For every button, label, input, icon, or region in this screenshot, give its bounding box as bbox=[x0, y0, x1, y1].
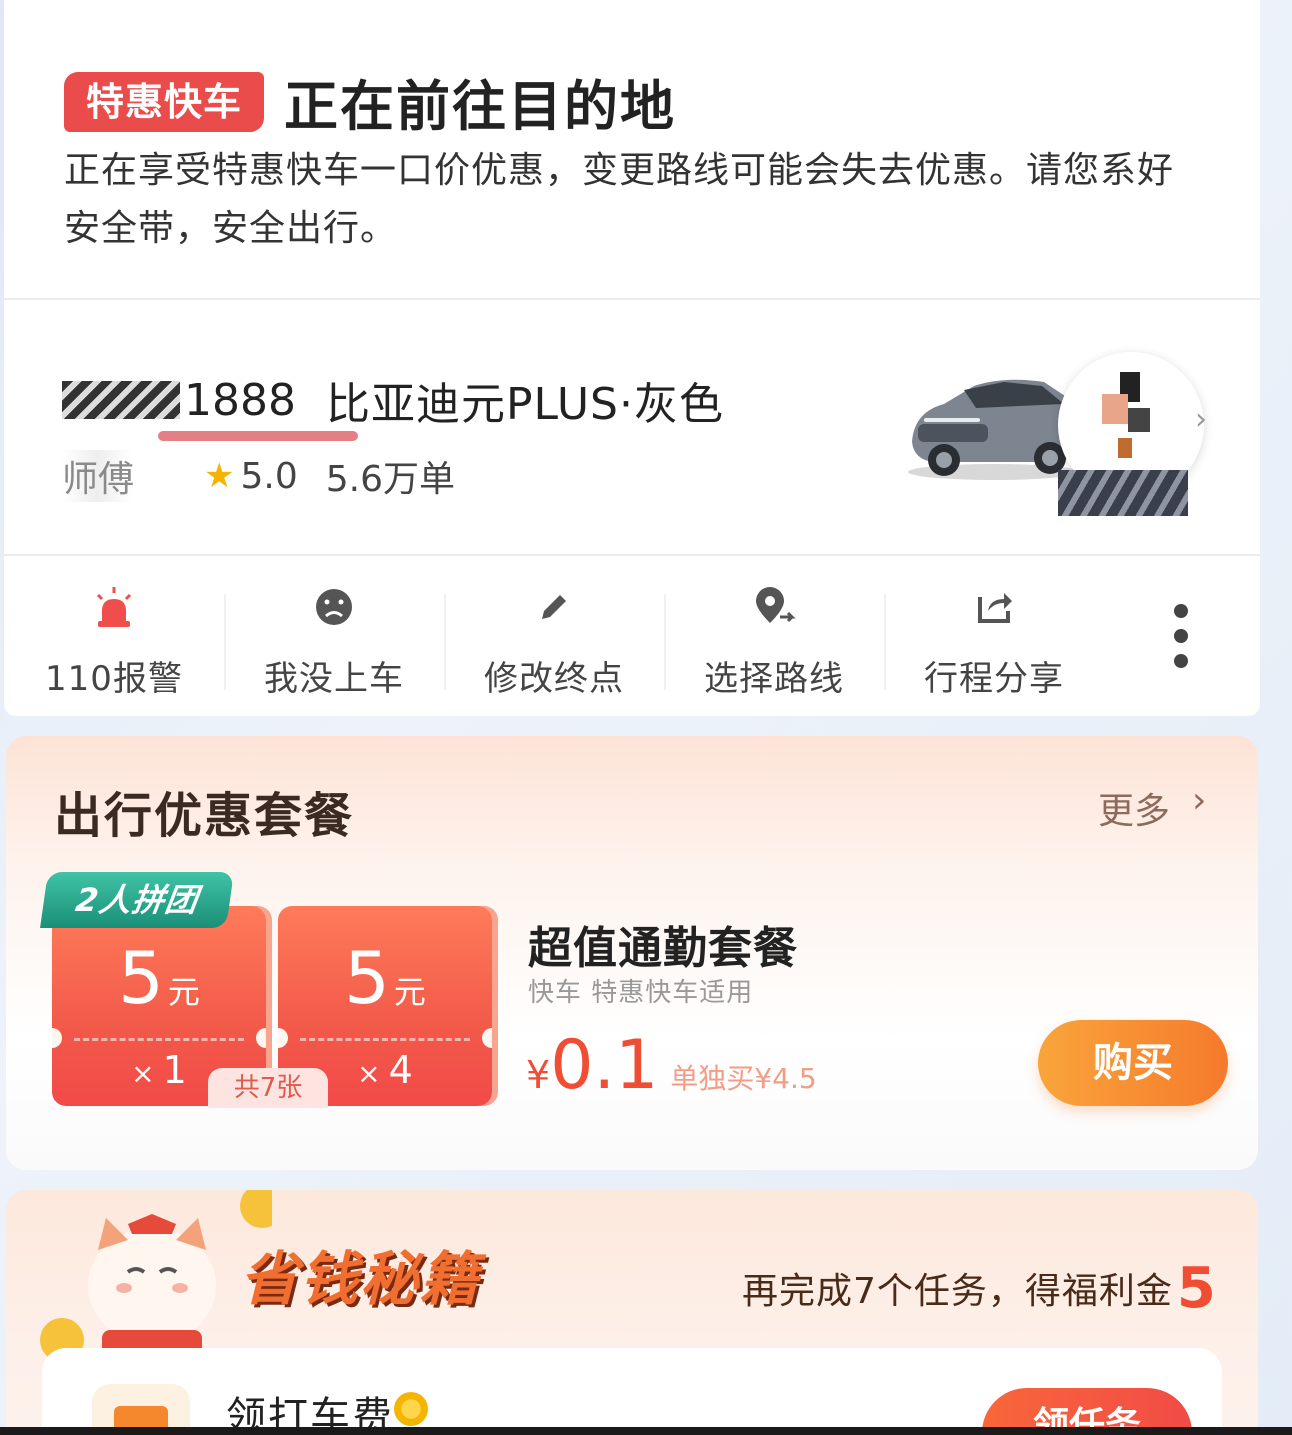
driver-info: 师傅 ★ 5.0 5.6万单 bbox=[62, 450, 455, 502]
trip-card: 特惠快车 正在前往目的地 正在享受特惠快车一口价优惠，变更路线可能会失去优惠。请… bbox=[4, 0, 1260, 716]
action-label: 行程分享 bbox=[924, 659, 1064, 699]
plate-number: 1888 bbox=[184, 374, 296, 426]
driver-name: 师傅 bbox=[62, 450, 180, 502]
offer-price: ¥ 0.1 单独买¥4.5 bbox=[526, 1026, 817, 1105]
plate-mask bbox=[62, 380, 180, 419]
coupon-amount: 5 bbox=[118, 936, 164, 1020]
coupon-count: 1 bbox=[162, 1048, 187, 1092]
coupon-total: 共7张 bbox=[208, 1068, 328, 1108]
buy-button[interactable]: 购买 bbox=[1038, 1020, 1228, 1106]
coupon-count: 4 bbox=[388, 1048, 413, 1092]
chevron-right-icon[interactable]: › bbox=[1184, 398, 1218, 442]
status-row: 特惠快车 正在前往目的地 bbox=[64, 62, 676, 141]
share-icon bbox=[974, 580, 1014, 633]
plate-underline bbox=[158, 430, 358, 441]
coupon-unit: 元 bbox=[167, 973, 200, 1011]
task-progress: 再完成7个任务，得福利金5 bbox=[742, 1256, 1217, 1321]
task-panel: 领打车费 领任务 bbox=[42, 1348, 1222, 1435]
license-plate: 1888 bbox=[62, 374, 358, 441]
package-more-link[interactable]: 更多 bbox=[1098, 782, 1170, 834]
coupon-times: × bbox=[131, 1057, 155, 1090]
action-label: 修改终点 bbox=[484, 659, 624, 699]
divider bbox=[4, 554, 1260, 556]
chevron-right-icon[interactable]: › bbox=[1192, 780, 1206, 821]
action-choose-route[interactable]: 选择路线 bbox=[664, 580, 884, 700]
divider bbox=[4, 298, 1260, 300]
offer-subtitle: 快车 特惠快车适用 bbox=[528, 978, 754, 1008]
coupon-amount: 5 bbox=[344, 936, 390, 1020]
action-bar: 110报警 我没上车 修改终点 选择路线 行程分享 bbox=[4, 580, 1260, 700]
more-options-icon[interactable] bbox=[1164, 604, 1198, 668]
money-saving-card: 省钱秘籍 再完成7个任务，得福利金5 领打车费 领任务 bbox=[6, 1190, 1258, 1435]
travel-package-card: 出行优惠套餐 更多 › 2人拼团 5元 × 1 5元 × 4 共7张 超值通勤套餐 … bbox=[6, 736, 1258, 1170]
vehicle-info[interactable]: 1888 比亚迪元PLUS·灰色 bbox=[62, 368, 724, 441]
pencil-icon bbox=[536, 580, 572, 633]
car-image bbox=[908, 379, 1081, 480]
action-label: 110报警 bbox=[45, 659, 183, 699]
route-icon bbox=[752, 580, 796, 633]
group-buy-badge: 2人拼团 bbox=[40, 872, 234, 928]
action-label: 选择路线 bbox=[704, 659, 844, 699]
action-share-trip[interactable]: 行程分享 bbox=[884, 580, 1104, 700]
price-currency: ¥ bbox=[526, 1053, 551, 1097]
trip-notice: 正在享受特惠快车一口价优惠，变更路线可能会失去优惠。请您系好安全带，安全出行。 bbox=[64, 150, 1175, 249]
price-original: 单独买¥4.5 bbox=[670, 1062, 817, 1095]
offer-title: 超值通勤套餐 bbox=[528, 923, 798, 974]
task-progress-text: 再完成7个任务，得福利金 bbox=[742, 1271, 1173, 1312]
action-alarm[interactable]: 110报警 bbox=[4, 580, 224, 700]
lucky-cat-icon bbox=[40, 1190, 272, 1364]
package-title: 出行优惠套餐 bbox=[54, 788, 355, 844]
avatar-pixelation bbox=[1058, 470, 1188, 516]
driver-orders: 5.6万单 bbox=[325, 459, 456, 500]
driver-rating: 5.0 bbox=[240, 455, 298, 497]
star-icon: ★ bbox=[204, 456, 235, 496]
service-tag: 特惠快车 bbox=[64, 71, 265, 132]
sad-face-icon bbox=[314, 580, 354, 633]
trip-status-title: 正在前往目的地 bbox=[284, 75, 677, 138]
money-saving-title: 省钱秘籍 bbox=[240, 1245, 481, 1313]
action-change-destination[interactable]: 修改终点 bbox=[444, 580, 664, 700]
bottom-edge bbox=[0, 1427, 1292, 1435]
coupon-unit: 元 bbox=[393, 973, 426, 1011]
alarm-icon bbox=[92, 580, 136, 633]
task-reward: 5 bbox=[1176, 1256, 1217, 1321]
coin-icon bbox=[394, 1392, 428, 1426]
action-label: 我没上车 bbox=[264, 659, 404, 699]
car-model: 比亚迪元PLUS·灰色 bbox=[325, 379, 724, 430]
coupon-times: × bbox=[357, 1057, 381, 1090]
price-value: 0.1 bbox=[550, 1026, 659, 1105]
action-not-boarded[interactable]: 我没上车 bbox=[224, 580, 444, 700]
